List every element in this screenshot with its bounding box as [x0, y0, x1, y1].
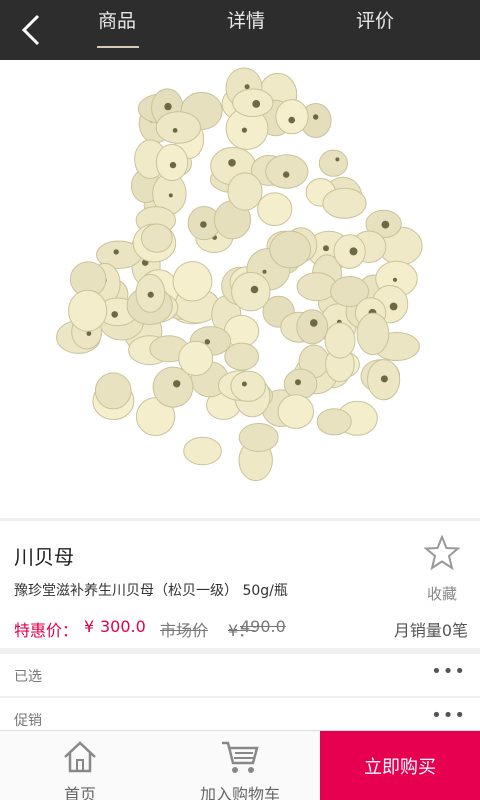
add-to-cart-label: 加入购物车 — [199, 785, 280, 800]
price-row: 特惠价： ¥ 300.0 市场价 ¥： 490.0 月销量0笔 — [14, 617, 470, 641]
product-name: 川贝母 — [14, 545, 74, 569]
monthly-sales: 月销量0笔 — [393, 621, 468, 640]
product-photo — [56, 67, 423, 482]
sale-price-label: 特惠价： — [14, 621, 79, 640]
sale-price-value: 300.0 — [100, 617, 146, 636]
cart-icon — [222, 741, 259, 773]
home-label: 首页 — [63, 785, 96, 800]
favorite-button[interactable]: 收藏 — [414, 535, 470, 605]
back-arrow-icon — [21, 14, 40, 46]
product-subtitle: 豫珍堂滋补养生川贝母（松贝一级） 50g/瓶 — [14, 583, 288, 599]
bottom-bar: 首页 加入购物车 立即购买 — [0, 730, 480, 800]
more-icon: ••• — [431, 661, 466, 682]
tab-detail[interactable]: 详情 — [201, 0, 291, 60]
tab-goods[interactable]: 商品 — [72, 0, 162, 60]
back-button[interactable] — [0, 0, 62, 60]
sale-price-currency: ¥ — [84, 617, 95, 636]
home-icon — [64, 741, 96, 773]
star-icon — [424, 535, 460, 571]
selected-label: 已选 — [14, 669, 42, 685]
tab-review[interactable]: 评价 — [330, 0, 420, 60]
buy-now-button[interactable]: 立即购买 — [320, 731, 480, 800]
favorite-label: 收藏 — [426, 585, 457, 603]
promotion-row[interactable]: 促销 ••• — [0, 698, 480, 732]
selected-spec-row[interactable]: 已选 ••• — [0, 654, 480, 696]
promotion-label: 促销 — [14, 713, 42, 729]
add-to-cart-button[interactable]: 加入购物车 — [160, 731, 320, 800]
home-button[interactable]: 首页 — [0, 731, 160, 800]
top-bar: 商品 详情 评价 — [0, 0, 480, 60]
market-price-label: 市场价 — [160, 621, 209, 640]
product-info: 川贝母 豫珍堂滋补养生川贝母（松贝一级） 50g/瓶 收藏 特惠价： ¥ 300… — [0, 521, 480, 648]
product-image[interactable] — [0, 60, 480, 518]
market-price-value: 490.0 — [240, 617, 286, 636]
more-icon: ••• — [431, 705, 466, 726]
